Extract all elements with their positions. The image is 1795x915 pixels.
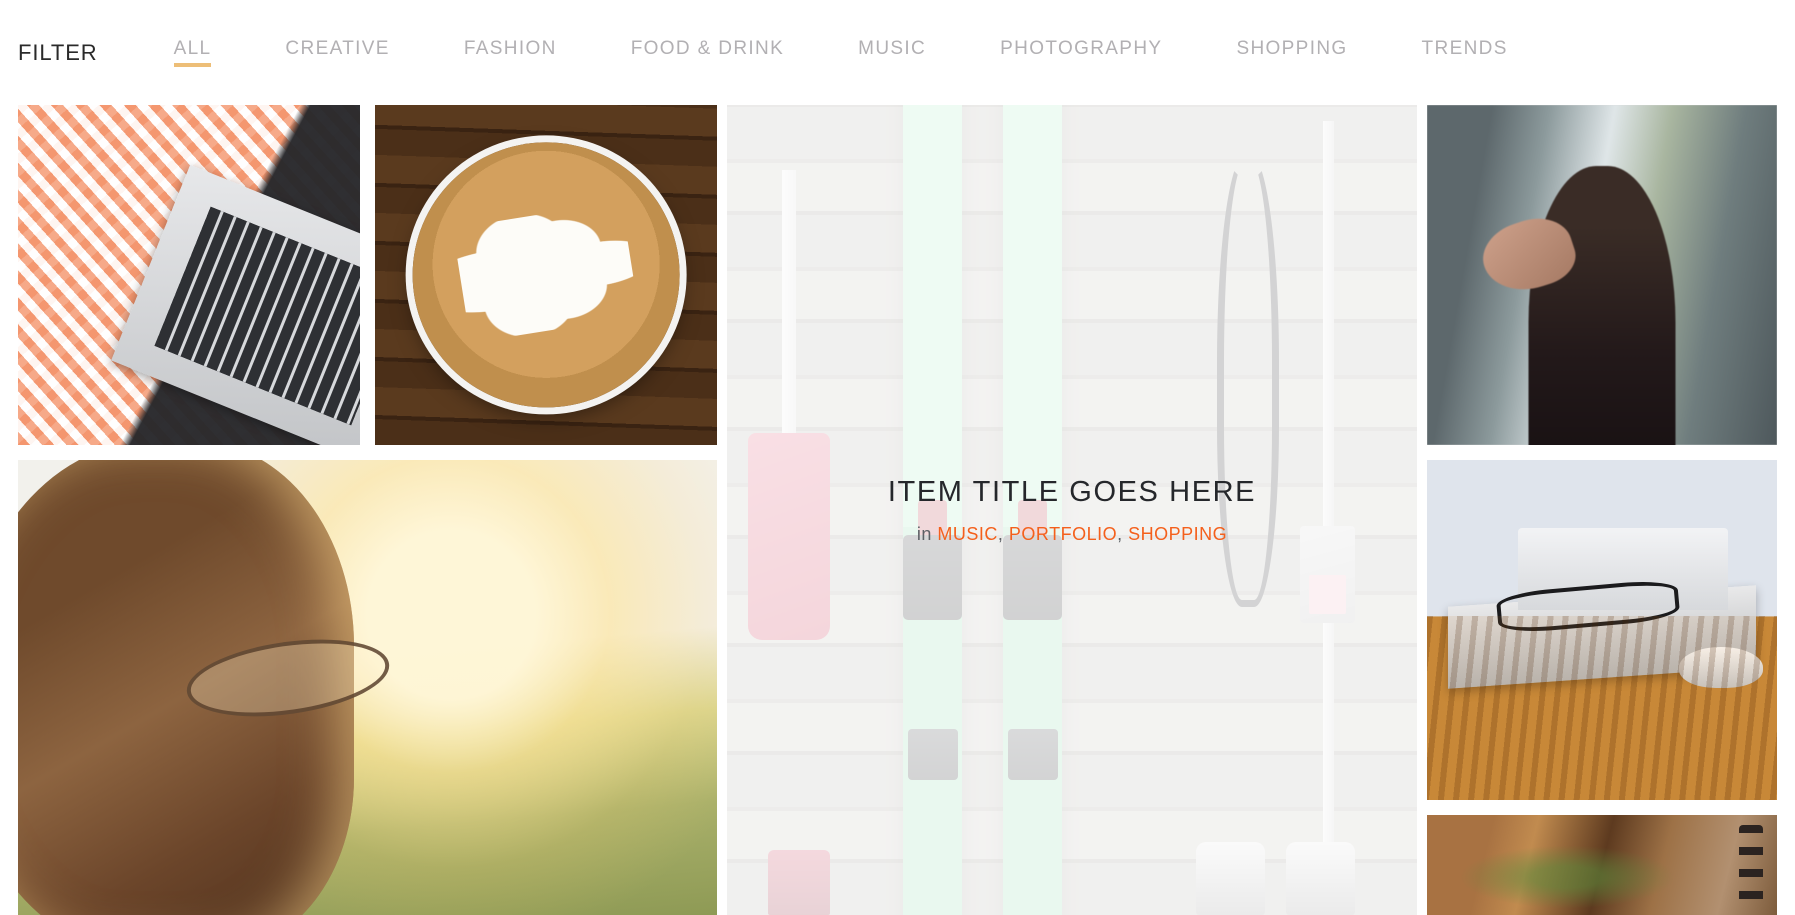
- hero-item-title: ITEM TITLE GOES HERE: [887, 475, 1257, 508]
- wood-grain: [1427, 616, 1777, 800]
- grid-item-bearded-man-with-pipe[interactable]: [18, 460, 717, 915]
- hero-category-music[interactable]: MUSIC: [937, 524, 998, 544]
- hero-sep-2: ,: [1117, 524, 1129, 545]
- portfolio-grid: ITEM TITLE GOES HERE in MUSIC, PORTFOLIO…: [18, 105, 1777, 915]
- filter-item-food-drink[interactable]: FOOD & DRINK: [631, 39, 784, 67]
- filter-item-photography[interactable]: PHOTOGRAPHY: [1000, 39, 1162, 67]
- filter-item-music[interactable]: MUSIC: [858, 39, 926, 67]
- hero-category-portfolio[interactable]: PORTFOLIO: [1009, 524, 1117, 544]
- photo-glasses-laptop-on-desk: [1427, 460, 1777, 800]
- photo-person-in-brown-coat: [1427, 815, 1777, 915]
- filter-bar: FILTER ALL CREATIVE FASHION FOOD & DRINK…: [0, 0, 1795, 105]
- filter-item-trends[interactable]: TRENDS: [1422, 39, 1508, 67]
- hero-category-shopping[interactable]: SHOPPING: [1128, 524, 1227, 544]
- photo-woman-from-behind: [1427, 105, 1777, 445]
- photo-woman-typing-on-laptop: [18, 105, 360, 445]
- grid-item-glasses-laptop-on-desk[interactable]: [1427, 460, 1777, 800]
- grid-item-skis-on-wooden-deck[interactable]: ITEM TITLE GOES HERE in MUSIC, PORTFOLIO…: [727, 105, 1417, 915]
- hero-in-word: in: [916, 524, 932, 545]
- grid-item-latte-art-coffee-cup[interactable]: [375, 105, 717, 445]
- filter-item-fashion[interactable]: FASHION: [464, 39, 557, 67]
- grid-item-woman-typing-on-laptop[interactable]: [18, 105, 360, 445]
- hero-category-line: in MUSIC, PORTFOLIO, SHOPPING: [917, 524, 1227, 545]
- filter-label: FILTER: [18, 39, 98, 65]
- filter-item-creative[interactable]: CREATIVE: [285, 39, 389, 67]
- filter-item-shopping[interactable]: SHOPPING: [1236, 39, 1347, 67]
- hero-sep-1: ,: [997, 524, 1009, 545]
- filter-nav: ALL CREATIVE FASHION FOOD & DRINK MUSIC …: [173, 39, 1508, 67]
- hero-caption: ITEM TITLE GOES HERE in MUSIC, PORTFOLIO…: [727, 105, 1417, 915]
- filter-item-all[interactable]: ALL: [173, 39, 212, 67]
- grid-item-person-in-brown-coat[interactable]: [1427, 815, 1777, 915]
- grid-item-woman-from-behind[interactable]: [1427, 105, 1777, 445]
- photo-latte-art-coffee-cup: [375, 105, 717, 445]
- photo-bearded-man-with-pipe: [18, 460, 717, 915]
